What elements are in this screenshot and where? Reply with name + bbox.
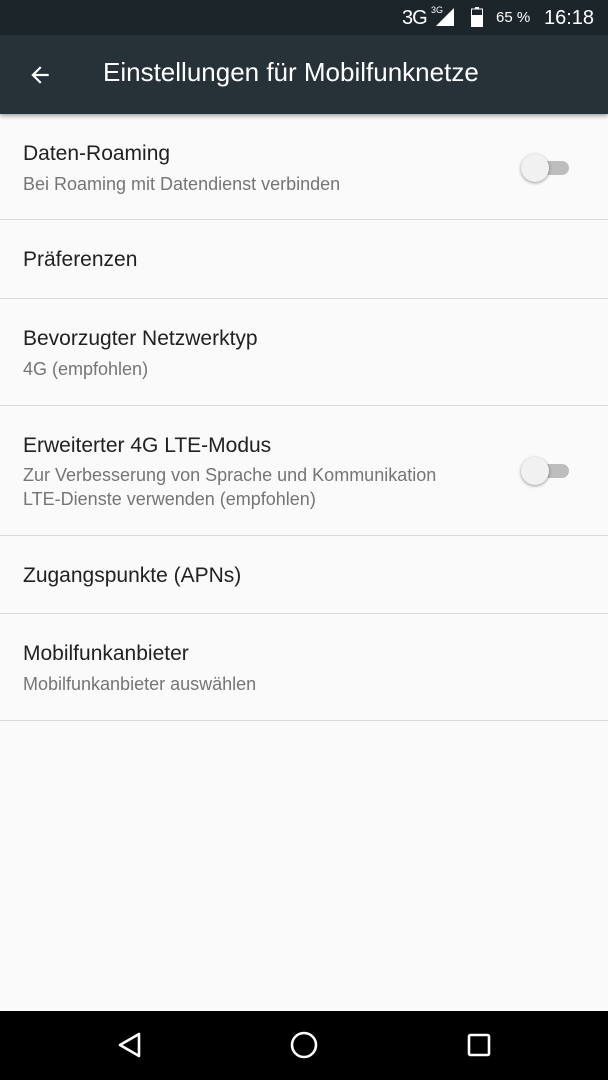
clock: 16:18	[544, 7, 595, 29]
network-type-label: 3G	[402, 7, 428, 29]
settings-list: Daten-Roaming Bei Roaming mit Datendiens…	[0, 114, 608, 721]
screen: 3G 3G 65 % 16:18 Einstellungen für Mobil…	[0, 0, 608, 1080]
status-bar: 3G 3G 65 % 16:18	[0, 0, 608, 35]
nav-back-button[interactable]	[110, 1025, 150, 1065]
toggle-thumb	[521, 457, 549, 485]
arrow-back-icon	[31, 66, 49, 84]
battery-icon	[471, 7, 483, 27]
setting-title: Zugangspunkte (APNs)	[23, 564, 242, 587]
home-icon	[290, 1031, 318, 1059]
lte-mode-toggle[interactable]	[519, 457, 571, 485]
nav-recents-button[interactable]	[459, 1025, 499, 1065]
app-bar: Einstellungen für Mobilfunknetze	[0, 35, 608, 114]
battery-percentage: 65 %	[496, 9, 531, 26]
setting-summary-line2: LTE-Dienste verwenden (empfohlen)	[23, 489, 316, 509]
setting-data-roaming[interactable]: Daten-Roaming Bei Roaming mit Datendiens…	[0, 114, 608, 220]
page-title: Einstellungen für Mobilfunknetze	[103, 57, 479, 87]
setting-title: Daten-Roaming	[23, 142, 171, 165]
setting-preferences[interactable]: Präferenzen	[0, 220, 608, 299]
nav-back-icon	[118, 1032, 141, 1058]
setting-title: Bevorzugter Netzwerktyp	[23, 327, 258, 350]
navigation-bar	[0, 1011, 608, 1080]
toggle-thumb	[521, 154, 549, 182]
setting-summary: Mobilfunkanbieter auswählen	[23, 674, 257, 694]
setting-apn[interactable]: Zugangspunkte (APNs)	[0, 536, 608, 614]
setting-summary-line1: Zur Verbesserung von Sprache und Kommuni…	[23, 465, 437, 485]
setting-summary: 4G (empfohlen)	[23, 359, 149, 379]
setting-lte-mode[interactable]: Erweiterter 4G LTE-Modus Zur Verbesserun…	[0, 406, 608, 536]
back-button[interactable]	[16, 51, 64, 99]
setting-carrier[interactable]: Mobilfunkanbieter Mobilfunkanbieter ausw…	[0, 614, 608, 721]
setting-network-type[interactable]: Bevorzugter Netzwerktyp 4G (empfohlen)	[0, 299, 608, 406]
setting-title: Präferenzen	[23, 248, 138, 271]
setting-title: Erweiterter 4G LTE-Modus	[23, 434, 272, 457]
setting-summary: Bei Roaming mit Datendienst verbinden	[23, 174, 341, 194]
signal-icon	[436, 8, 454, 26]
nav-home-button[interactable]	[284, 1025, 324, 1065]
data-roaming-toggle[interactable]	[519, 154, 571, 182]
setting-title: Mobilfunkanbieter	[23, 642, 189, 665]
recents-icon	[467, 1033, 491, 1057]
